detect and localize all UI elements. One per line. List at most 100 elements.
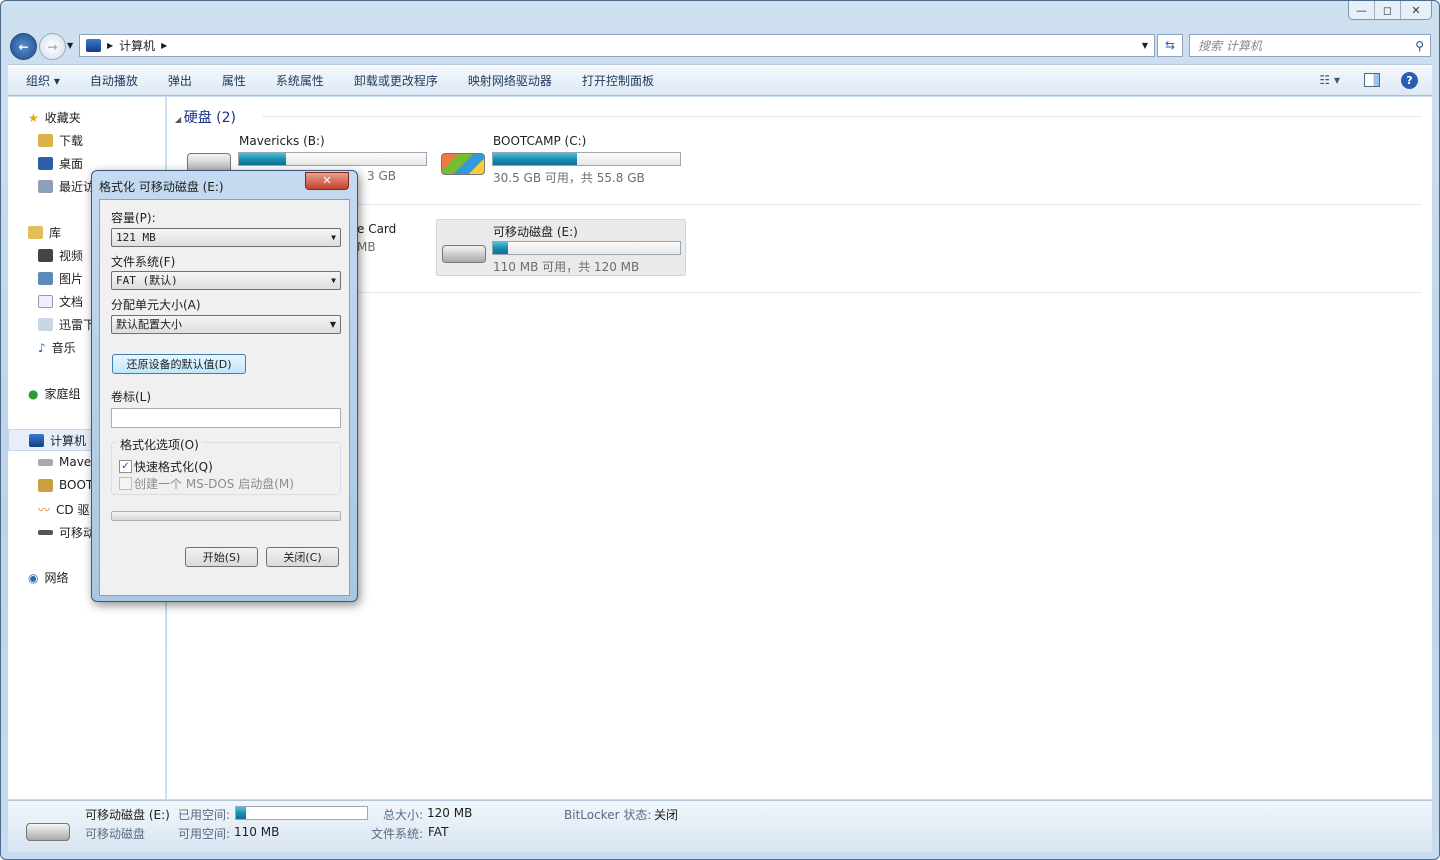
drive-b-info: 3 GB: [367, 169, 396, 183]
drive-icon: [38, 458, 53, 466]
sidebar-item-pictures[interactable]: 图片: [38, 270, 83, 287]
dialog-close-action-button[interactable]: 关闭(C): [266, 547, 339, 567]
label: 迅雷下: [59, 318, 96, 332]
breadcrumb-arrow-icon[interactable]: ▶: [161, 41, 167, 50]
card-reader-info: MB: [357, 240, 376, 254]
close-button[interactable]: ✕: [1401, 1, 1431, 19]
label: Mave: [59, 455, 92, 469]
window-controls: — ◻ ✕: [1348, 1, 1432, 20]
label: 网络: [44, 571, 69, 585]
address-dropdown-icon[interactable]: ▼: [1142, 41, 1148, 50]
drive-b-usage-bar: [238, 152, 427, 166]
total-label: 总大小:: [383, 808, 424, 822]
quick-format-checkbox[interactable]: ✓ 快速格式化(Q): [119, 458, 213, 475]
label: 收藏夹: [44, 111, 81, 125]
search-input[interactable]: 搜索 计算机 ⚲: [1189, 34, 1431, 57]
label: 文档: [59, 295, 84, 309]
sidebar-cd-drive[interactable]: 〰 CD 驱: [38, 501, 89, 518]
history-dropdown-icon[interactable]: ▼: [67, 41, 73, 50]
details-pane: 可移动磁盘 (E:) 可移动磁盘 已用空间: 可用空间: 110 MB 总大小:…: [8, 800, 1432, 852]
removable-info: 110 MB 可用，共 120 MB: [493, 260, 640, 274]
sidebar-homegroup[interactable]: ● 家庭组: [28, 385, 81, 402]
label: BOOT: [59, 478, 94, 492]
folder-icon: [38, 318, 53, 331]
usb-drive-icon: [442, 245, 486, 263]
sidebar-item-xunlei[interactable]: 迅雷下: [38, 316, 95, 333]
label: 可移动: [59, 526, 96, 540]
autoplay-button[interactable]: 自动播放: [75, 72, 153, 89]
sidebar-drive-b[interactable]: Mave: [38, 455, 91, 469]
capacity-select[interactable]: 121 MB: [111, 228, 341, 247]
sidebar-item-desktop[interactable]: 桌面: [38, 155, 83, 172]
windows-drive-icon: [441, 153, 485, 175]
computer-icon: [86, 39, 101, 52]
bitlocker-value: 关闭: [654, 808, 679, 822]
label: 快速格式化(Q): [134, 460, 213, 474]
cd-drive-icon: 〰: [38, 503, 51, 517]
refresh-button[interactable]: ⇆: [1157, 34, 1183, 57]
collapse-icon[interactable]: ◢: [175, 115, 184, 124]
drive-b-name[interactable]: Mavericks (B:): [239, 134, 325, 148]
sidebar-item-documents[interactable]: 文档: [38, 293, 83, 310]
label: 库: [49, 226, 62, 240]
allocation-select[interactable]: 默认配置大小: [111, 315, 341, 334]
network-icon: ◉: [28, 570, 39, 585]
volume-label-label: 卷标(L): [111, 390, 152, 404]
details-name: 可移动磁盘 (E:): [85, 808, 170, 822]
sidebar-libraries[interactable]: 库: [28, 224, 61, 241]
total-value: 120 MB: [427, 806, 473, 820]
sidebar-removable[interactable]: 可移动: [38, 524, 95, 541]
sidebar-item-downloads[interactable]: 下载: [38, 132, 83, 149]
removable-usage-bar: [492, 241, 681, 255]
address-bar[interactable]: ▶ 计算机 ▶ ▼: [79, 34, 1155, 57]
restore-defaults-button[interactable]: 还原设备的默认值(D): [112, 354, 246, 374]
sidebar-network[interactable]: ◉ 网络: [28, 569, 69, 586]
properties-button[interactable]: 属性: [207, 72, 261, 89]
start-button[interactable]: 开始(S): [185, 547, 258, 567]
forward-button[interactable]: →: [39, 33, 66, 60]
view-options-icon[interactable]: ☷ ▾: [1319, 73, 1340, 87]
map-drive-button[interactable]: 映射网络驱动器: [453, 72, 567, 89]
sidebar-item-music[interactable]: ♪ 音乐: [38, 339, 76, 356]
control-panel-button[interactable]: 打开控制面板: [567, 72, 669, 89]
label: 最近访: [59, 180, 96, 194]
label: 音乐: [51, 341, 76, 355]
maximize-button[interactable]: ◻: [1375, 1, 1401, 19]
volume-label-input[interactable]: [111, 408, 341, 428]
format-dialog: 格式化 可移动磁盘 (E:) ✕ 容量(P): 121 MB 文件系统(F) F…: [91, 170, 358, 602]
dialog-close-button[interactable]: ✕: [305, 172, 349, 190]
label: 桌面: [59, 157, 84, 171]
back-button[interactable]: ←: [10, 33, 37, 60]
sidebar-drive-c[interactable]: BOOT: [38, 478, 93, 492]
free-label: 可用空间:: [178, 827, 231, 841]
organize-menu[interactable]: 组织 ▾: [8, 72, 75, 89]
breadcrumb-arrow-icon[interactable]: ▶: [107, 41, 113, 50]
help-icon[interactable]: ?: [1401, 71, 1418, 89]
label: 下载: [59, 134, 84, 148]
card-reader-name[interactable]: e Card: [357, 222, 396, 236]
divider: [262, 204, 1422, 205]
filesystem-select[interactable]: FAT (默认): [111, 271, 341, 290]
breadcrumb-computer[interactable]: 计算机: [119, 37, 155, 54]
filesystem-label: 文件系统(F): [111, 255, 176, 269]
sidebar-item-recent[interactable]: 最近访: [38, 178, 95, 195]
eject-button[interactable]: 弹出: [153, 72, 207, 89]
preview-pane-icon[interactable]: [1364, 73, 1380, 87]
system-properties-button[interactable]: 系统属性: [261, 72, 339, 89]
usage-fill: [493, 153, 578, 165]
search-icon[interactable]: ⚲: [1415, 39, 1424, 53]
removable-drive-tile[interactable]: 可移动磁盘 (E:) 110 MB 可用，共 120 MB: [436, 219, 686, 276]
sidebar-favorites[interactable]: ★ 收藏夹: [28, 109, 81, 126]
recent-places-icon: [38, 180, 53, 193]
divider: [262, 116, 1422, 117]
library-icon: [28, 226, 43, 239]
drive-c-name[interactable]: BOOTCAMP (C:): [493, 134, 586, 148]
sidebar-item-videos[interactable]: 视频: [38, 247, 83, 264]
bitlocker-label: BitLocker 状态:: [564, 808, 652, 822]
label: 视频: [59, 249, 84, 263]
group-header-hard-disks[interactable]: ◢ 硬盘 (2): [175, 107, 236, 127]
label: 家庭组: [44, 387, 81, 401]
uninstall-button[interactable]: 卸载或更改程序: [339, 72, 453, 89]
msdos-checkbox[interactable]: 创建一个 MS-DOS 启动盘(M): [119, 475, 294, 492]
minimize-button[interactable]: —: [1349, 1, 1375, 19]
